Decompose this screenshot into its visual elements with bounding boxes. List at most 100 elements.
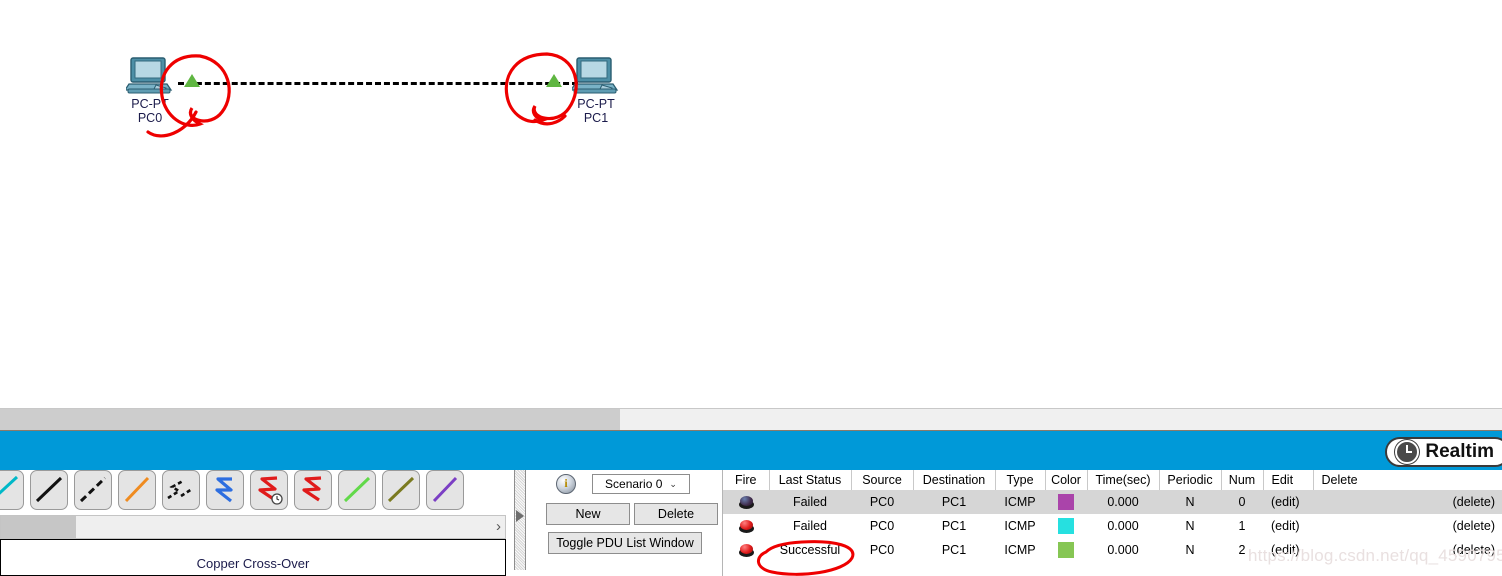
device-name-label: PC1: [583, 111, 609, 125]
type-cell: ICMP: [1004, 519, 1036, 533]
palette-scroll-right-arrow[interactable]: ›: [496, 518, 501, 536]
port-status-triangle-pc0: [184, 74, 200, 87]
panel-splitter[interactable]: [508, 470, 530, 576]
chevron-down-icon: ⌄: [669, 478, 677, 489]
color-swatch: [1058, 518, 1074, 534]
num-cell: 2: [1238, 543, 1246, 557]
color-cell[interactable]: [1045, 514, 1087, 538]
type-cell: ICMP: [1004, 543, 1036, 557]
destination-cell: PC1: [941, 543, 967, 557]
pc-icon: [123, 55, 174, 97]
connection-tool-row: [0, 470, 464, 510]
destination-cell: PC1: [913, 490, 995, 514]
palette-scroll-thumb[interactable]: [1, 516, 76, 538]
color-swatch: [1058, 494, 1074, 510]
column-header-edit[interactable]: Edit: [1263, 470, 1314, 490]
bottom-panel: › Copper Cross-Over i Scenario 0 ⌄ New D…: [0, 470, 1502, 576]
device-model-label: PC-PT: [577, 97, 615, 111]
column-header-last-status[interactable]: Last Status: [769, 470, 852, 490]
num-cell: 1: [1238, 519, 1246, 533]
periodic-cell: N: [1185, 543, 1195, 557]
delete-scenario-button[interactable]: Delete: [634, 503, 718, 525]
scenario-select-value: Scenario 0: [605, 477, 663, 491]
phone-cable-icon[interactable]: [206, 470, 244, 510]
last-status-cell: Failed: [792, 519, 828, 533]
source-cell: PC0: [851, 490, 913, 514]
color-swatch: [1058, 542, 1074, 558]
copper-cross-over-icon[interactable]: [118, 470, 156, 510]
column-header-fire[interactable]: Fire: [723, 470, 770, 490]
color-cell[interactable]: [1045, 538, 1087, 562]
column-header-type[interactable]: Type: [995, 470, 1046, 490]
device-pc0[interactable]: PC-PT PC0: [104, 55, 196, 125]
table-row[interactable]: Failed PC0 PC1 ICMP 0.000 N 0 (edit) (de…: [723, 490, 1502, 514]
edit-link[interactable]: (edit): [1263, 514, 1313, 538]
coaxial-cable-icon[interactable]: [250, 470, 288, 510]
mode-bar: Realtim: [0, 430, 1502, 471]
info-icon[interactable]: i: [556, 474, 576, 494]
fiber-cable-icon[interactable]: [162, 470, 200, 510]
chevron-right-icon[interactable]: [516, 510, 524, 522]
realtime-tab-label: Realtim: [1425, 441, 1494, 462]
table-row[interactable]: Failed PC0 PC1 ICMP 0.000 N 1 (edit) (de…: [723, 514, 1502, 538]
column-header-color[interactable]: Color: [1045, 470, 1088, 490]
copper-straight-through-icon[interactable]: [74, 470, 112, 510]
fire-button-cell[interactable]: [723, 538, 769, 562]
column-header-destination[interactable]: Destination: [913, 470, 996, 490]
time-cell: 0.000: [1107, 543, 1139, 557]
num-cell: 0: [1221, 490, 1263, 514]
workspace-horizontal-scrollbar[interactable]: [0, 408, 1502, 431]
ieee-1394-cable-icon[interactable]: [426, 470, 464, 510]
clock-icon: [1395, 440, 1420, 464]
time-cell: 0.000: [1107, 519, 1139, 533]
toggle-pdu-list-window-button[interactable]: Toggle PDU List Window: [548, 532, 702, 554]
column-header-delete[interactable]: Delete: [1313, 470, 1502, 490]
connections-palette: › Copper Cross-Over: [0, 470, 506, 576]
octal-cable-icon[interactable]: [382, 470, 420, 510]
column-header-periodic[interactable]: Periodic: [1159, 470, 1222, 490]
pc-icon: [569, 55, 620, 97]
periodic-cell: N: [1185, 519, 1195, 533]
type-cell: ICMP: [995, 490, 1045, 514]
connection-link-dashed[interactable]: [178, 82, 578, 85]
fire-button-cell[interactable]: [723, 514, 769, 538]
port-status-triangle-pc1: [546, 74, 562, 87]
palette-horizontal-scrollbar[interactable]: ›: [0, 515, 506, 539]
pdu-table: Fire Last Status Source Destination Type…: [723, 470, 1502, 562]
column-header-source[interactable]: Source: [851, 470, 914, 490]
new-scenario-button[interactable]: New: [546, 503, 630, 525]
scroll-thumb[interactable]: [0, 409, 620, 431]
pdu-list-table: Fire Last Status Source Destination Type…: [722, 470, 1502, 576]
selected-tool-label: Copper Cross-Over: [0, 539, 506, 576]
time-cell: 0.000: [1087, 490, 1159, 514]
color-cell[interactable]: [1045, 490, 1087, 514]
column-header-num[interactable]: Num: [1221, 470, 1264, 490]
device-model-label: PC-PT: [131, 97, 169, 111]
delete-link[interactable]: (delete): [1313, 490, 1502, 514]
automatic-connection-icon[interactable]: [0, 470, 24, 510]
delete-link[interactable]: (delete): [1313, 538, 1502, 562]
edit-link[interactable]: (edit): [1263, 490, 1313, 514]
network-topology-workspace[interactable]: PC-PT PC0 PC-PT PC1: [0, 0, 1502, 408]
fire-led-icon[interactable]: [738, 495, 755, 509]
edit-link[interactable]: (edit): [1263, 538, 1313, 562]
realtime-mode-tab[interactable]: Realtim: [1385, 437, 1502, 467]
column-header-time[interactable]: Time(sec): [1087, 470, 1160, 490]
pdu-table-header-row: Fire Last Status Source Destination Type…: [723, 470, 1502, 490]
last-status-cell: Successful: [779, 543, 841, 557]
delete-link[interactable]: (delete): [1313, 514, 1502, 538]
console-cable-icon[interactable]: [30, 470, 68, 510]
fire-led-icon[interactable]: [738, 519, 755, 533]
scenario-select[interactable]: Scenario 0 ⌄: [592, 474, 690, 494]
last-status-cell: Failed: [769, 490, 851, 514]
source-cell: PC0: [869, 543, 895, 557]
fire-button-cell[interactable]: [723, 490, 769, 514]
serial-dce-icon[interactable]: [294, 470, 332, 510]
source-cell: PC0: [869, 519, 895, 533]
device-name-label: PC0: [137, 111, 163, 125]
device-pc1[interactable]: PC-PT PC1: [550, 55, 642, 125]
table-row[interactable]: Successful PC0 PC1 ICMP 0.000 N 2 (edit)…: [723, 538, 1502, 562]
scenario-controls: i Scenario 0 ⌄ New Delete Toggle PDU Lis…: [540, 470, 720, 576]
serial-dte-icon[interactable]: [338, 470, 376, 510]
fire-led-icon[interactable]: [738, 543, 755, 557]
